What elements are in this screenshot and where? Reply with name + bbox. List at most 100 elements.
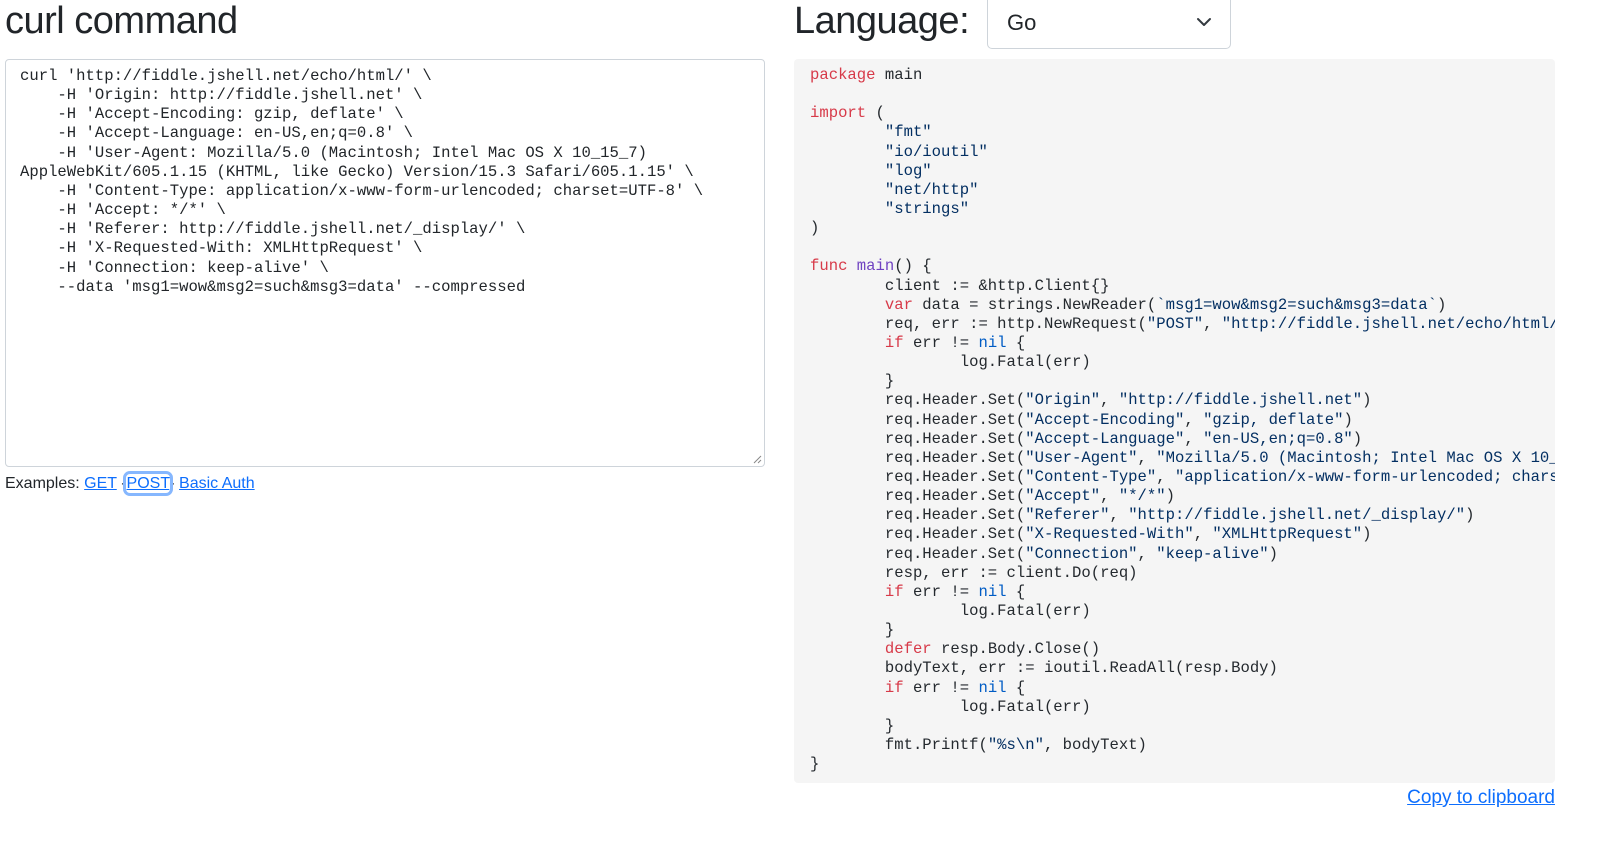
code-keyword: package — [810, 66, 876, 84]
code-text: err != — [903, 333, 979, 352]
code-text: req.Header.Set( — [810, 487, 1026, 506]
code-keyword: import — [810, 104, 867, 123]
code-text: , — [1156, 467, 1175, 486]
code-line: req.Header.Set("Connection", "keep-alive… — [810, 545, 1555, 564]
code-builtin: nil — [978, 582, 1007, 601]
code-string: "http://fiddle.jshell.net/_display/" — [1128, 506, 1466, 525]
code-string: "gzip, deflate" — [1203, 410, 1344, 429]
copy-to-clipboard-link[interactable]: Copy to clipboard — [1407, 787, 1555, 809]
code-text: , — [1137, 448, 1157, 467]
code-text: () { — [894, 257, 932, 276]
code-keyword: func — [810, 257, 848, 276]
code-text: ) — [1165, 487, 1175, 506]
code-text: , — [1109, 506, 1129, 525]
code-string: "Accept-Language" — [1025, 429, 1185, 448]
code-line: req.Header.Set("Accept-Encoding", "gzip,… — [810, 411, 1555, 430]
code-string: "http://fiddle.jshell.net" — [1118, 391, 1363, 410]
code-text: } — [810, 621, 895, 640]
code-line: "strings" — [810, 200, 1555, 219]
code-text: client := &http.Client{} — [810, 276, 1110, 295]
code-text: ) — [1343, 410, 1353, 429]
code-text: ( — [866, 104, 885, 123]
code-string: "application/x-www-form-urlencoded; char… — [1174, 467, 1555, 486]
code-function: main — [856, 257, 895, 276]
code-string: "Mozilla/5.0 (Macintosh; Intel Mac OS X … — [1156, 448, 1555, 467]
code-string: "X-Requested-With" — [1025, 525, 1194, 544]
code-text: req.Header.Set( — [810, 467, 1026, 486]
code-line: } — [810, 372, 1555, 391]
language-select-value: Go — [1007, 10, 1037, 35]
code-text: , bodyText) — [1043, 735, 1147, 754]
separator: - — [169, 475, 175, 492]
code-text: req.Header.Set( — [810, 410, 1026, 429]
code-line: log.Fatal(err) — [810, 698, 1555, 717]
code-text: resp, err := client.Do(req) — [810, 563, 1138, 582]
code-string: "POST" — [1146, 314, 1204, 333]
examples-label: Examples: — [5, 475, 80, 492]
code-text: , — [1184, 410, 1204, 429]
code-line: req, err := http.NewRequest("POST", "htt… — [810, 315, 1555, 334]
code-line: bodyText, err := ioutil.ReadAll(resp.Bod… — [810, 659, 1555, 678]
code-text: ) — [1437, 295, 1447, 314]
code-builtin: nil — [978, 678, 1007, 697]
code-line: package main — [810, 66, 1555, 85]
code-string: "%s\n" — [987, 735, 1044, 754]
code-text: err != — [903, 678, 979, 697]
code-keyword: if — [884, 678, 904, 697]
example-basic-auth-link[interactable]: Basic Auth — [179, 475, 255, 492]
code-text: req.Header.Set( — [810, 391, 1026, 410]
chevron-down-icon — [1197, 18, 1211, 26]
resize-handle-icon[interactable] — [752, 454, 762, 464]
example-get-link[interactable]: GET — [84, 475, 117, 492]
code-line: resp, err := client.Do(req) — [810, 564, 1555, 583]
code-text: req.Header.Set( — [810, 448, 1026, 467]
code-string: "Referer" — [1025, 506, 1110, 525]
code-text: log.Fatal(err) — [810, 601, 1091, 620]
code-text: ) — [810, 219, 820, 238]
code-line: req.Header.Set("Accept", "*/*") — [810, 487, 1555, 506]
code-string: "log" — [884, 161, 932, 180]
code-line: } — [810, 621, 1555, 640]
code-line: log.Fatal(err) — [810, 353, 1555, 372]
code-text: bodyText, err := ioutil.ReadAll(resp.Bod… — [810, 659, 1278, 678]
code-line: if err != nil { — [810, 679, 1555, 698]
example-post-link[interactable]: POST — [122, 471, 174, 496]
code-string: "fmt" — [884, 123, 932, 142]
code-string: "Accept" — [1025, 487, 1101, 506]
curl-command-textarea[interactable]: curl 'http://fiddle.jshell.net/echo/html… — [5, 59, 765, 467]
code-string: "strings" — [884, 199, 970, 218]
curl-command-heading: curl command — [5, 0, 238, 42]
code-line: import ( — [810, 104, 1555, 123]
code-line: req.Header.Set("Accept-Language", "en-US… — [810, 430, 1555, 449]
code-line: "log" — [810, 162, 1555, 181]
code-keyword: defer — [884, 640, 932, 659]
curl-command-text[interactable]: curl 'http://fiddle.jshell.net/echo/html… — [20, 67, 703, 297]
code-line: if err != nil { — [810, 583, 1555, 602]
code-text: ) — [1465, 506, 1475, 525]
code-text: req, err := http.NewRequest( — [810, 314, 1147, 333]
code-keyword: if — [884, 582, 904, 601]
code-string: "net/http" — [884, 180, 979, 199]
code-line: "fmt" — [810, 123, 1555, 142]
code-string: "Origin" — [1025, 391, 1101, 410]
code-line: var data = strings.NewReader(`msg1=wow&m… — [810, 296, 1555, 315]
code-string: "en-US,en;q=0.8" — [1203, 429, 1353, 448]
code-text: , — [1100, 391, 1119, 410]
code-text: req.Header.Set( — [810, 544, 1026, 563]
language-select[interactable]: Go — [987, 0, 1231, 49]
code-string: "*/*" — [1118, 487, 1166, 506]
code-keyword: var — [884, 295, 913, 314]
language-heading: Language: — [794, 0, 970, 42]
code-text: log.Fatal(err) — [810, 353, 1091, 372]
code-string: "XMLHttpRequest" — [1212, 525, 1363, 544]
code-text: , — [1203, 314, 1222, 333]
